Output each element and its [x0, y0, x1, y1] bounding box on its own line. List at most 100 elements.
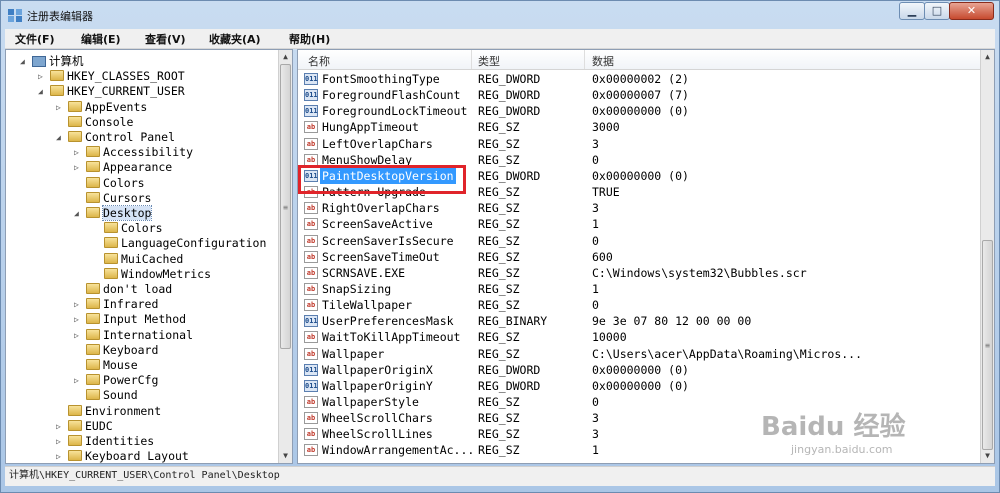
tree-node[interactable]: Mouse	[74, 358, 138, 373]
tree-node[interactable]: MuiCached	[92, 252, 183, 267]
expand-arrow-icon[interactable]: ▷	[74, 373, 84, 388]
tree-node[interactable]: ◢ HKEY_CURRENT_USER	[38, 84, 185, 99]
value-name: WallpaperOriginY	[322, 378, 433, 393]
folder-icon	[104, 237, 118, 249]
collapse-arrow-icon[interactable]: ◢	[56, 130, 66, 145]
registry-value-row[interactable]: 011 FontSmoothingType REG_DWORD 0x00000002 …	[298, 71, 982, 87]
registry-value-row[interactable]: ab LeftOverlapChars REG_SZ 3	[298, 136, 982, 152]
column-header-data[interactable]: 数据	[592, 53, 614, 69]
scroll-up-arrow-icon[interactable]: ▲	[981, 50, 994, 64]
folder-icon	[86, 283, 100, 294]
tree-node[interactable]: ▷ EUDC	[56, 419, 113, 434]
tree-node-label: Desktop	[101, 205, 153, 221]
tree-node[interactable]: Console	[56, 115, 133, 130]
tree-node[interactable]: Cursors	[74, 191, 151, 206]
registry-value-row[interactable]: ab TileWallpaper REG_SZ 0	[298, 297, 982, 313]
registry-value-row[interactable]: ab ScreenSaveTimeOut REG_SZ 600	[298, 249, 982, 265]
tree-node[interactable]: Sound	[74, 388, 138, 403]
tree-node[interactable]: ▷ Infrared	[74, 297, 158, 312]
expand-arrow-icon[interactable]: ▷	[74, 145, 84, 160]
tree-node-label: Mouse	[103, 358, 138, 372]
expand-arrow-icon[interactable]: ▷	[56, 419, 66, 434]
tree-node[interactable]: Environment	[56, 404, 161, 419]
registry-value-row[interactable]: 011 UserPreferencesMask REG_BINARY 9e 3e 07…	[298, 313, 982, 329]
tree-node-label: LanguageConfiguration	[121, 236, 267, 251]
expand-arrow-icon[interactable]: ▷	[56, 434, 66, 449]
registry-value-row[interactable]: ab ScreenSaverIsSecure REG_SZ 0	[298, 233, 982, 249]
column-header-name[interactable]: 名称	[308, 53, 330, 69]
folder-icon	[86, 389, 100, 401]
tree-node-label: don't load	[103, 282, 173, 296]
expand-arrow-icon[interactable]: ▷	[38, 69, 48, 84]
scroll-up-arrow-icon[interactable]: ▲	[279, 50, 292, 64]
registry-value-row[interactable]: 011 WallpaperOriginX REG_DWORD 0x00000000 (…	[298, 362, 982, 378]
registry-value-row[interactable]: ab Wallpaper REG_SZ C:\Users\acer\AppData\R…	[298, 346, 982, 362]
minimize-button[interactable]: ▁	[899, 2, 925, 20]
registry-value-row[interactable]: 011 ForegroundFlashCount REG_DWORD 0x000000…	[298, 87, 982, 103]
expand-arrow-icon[interactable]: ▷	[74, 328, 84, 343]
value-type: REG_SZ	[478, 249, 520, 264]
menu-help[interactable]: 帮助(H)	[289, 31, 330, 47]
tree-node[interactable]: ▷ Keyboard Layout	[56, 449, 189, 463]
close-button[interactable]: ✕	[949, 2, 994, 20]
expand-arrow-icon[interactable]: ▷	[74, 160, 84, 175]
collapse-arrow-icon[interactable]: ◢	[38, 84, 48, 99]
tree-scrollbar[interactable]: ▲ ≡ ▼	[278, 50, 292, 463]
tree-node[interactable]: LanguageConfiguration	[92, 236, 266, 251]
expand-arrow-icon[interactable]: ▷	[74, 297, 84, 312]
tree-scroll-thumb[interactable]: ≡	[280, 64, 291, 349]
regedit-app-icon	[8, 9, 22, 22]
tree-node[interactable]: WindowMetrics	[92, 267, 211, 282]
value-type: REG_SZ	[478, 298, 520, 313]
tree-node-label: International	[103, 327, 194, 342]
tree-node[interactable]: ▷ Accessibility	[74, 145, 193, 160]
tree-node[interactable]: Colors	[92, 221, 163, 236]
registry-value-row[interactable]: ab RightOverlapChars REG_SZ 3	[298, 200, 982, 216]
expand-arrow-icon[interactable]: ▷	[56, 449, 66, 463]
menu-file[interactable]: 文件(F)	[15, 31, 55, 47]
key-tree-pane[interactable]: ◢ 计算机 ▷ HKEY_CLASSES_ROOT ◢ HKEY_CURRENT_USER…	[5, 49, 293, 464]
registry-value-row[interactable]: ab WaitToKillAppTimeout REG_SZ 10000	[298, 329, 982, 345]
tree-node[interactable]: ◢ Desktop	[74, 205, 153, 221]
tree-node[interactable]: ▷ PowerCfg	[74, 373, 158, 388]
tree-node[interactable]: ▷ Identities	[56, 434, 154, 449]
value-data: 0x00000000 (0)	[592, 362, 689, 377]
tree-node[interactable]: ▷ International	[74, 328, 193, 343]
tree-node[interactable]: Colors	[74, 176, 145, 191]
scroll-down-arrow-icon[interactable]: ▼	[981, 449, 994, 463]
tree-node[interactable]: Keyboard	[74, 343, 158, 358]
menu-view[interactable]: 查看(V)	[145, 31, 186, 47]
registry-value-row[interactable]: ab ScreenSaveActive REG_SZ 1	[298, 216, 982, 232]
expand-arrow-icon[interactable]: ▷	[74, 312, 84, 327]
tree-node[interactable]: ◢ 计算机	[20, 54, 84, 69]
collapse-arrow-icon[interactable]: ◢	[20, 54, 30, 69]
column-header-type[interactable]: 类型	[478, 53, 500, 69]
collapse-arrow-icon[interactable]: ◢	[74, 206, 84, 221]
expand-arrow-icon[interactable]: ▷	[56, 100, 66, 115]
tree-node[interactable]: don't load	[74, 282, 172, 297]
scroll-down-arrow-icon[interactable]: ▼	[279, 449, 292, 463]
registry-value-row[interactable]: 011 ForegroundLockTimeout REG_DWORD 0x00000…	[298, 103, 982, 119]
menu-favorites[interactable]: 收藏夹(A)	[209, 31, 261, 47]
registry-value-row[interactable]: ab SnapSizing REG_SZ 1	[298, 281, 982, 297]
values-list-pane[interactable]: 名称 类型 数据 011 FontSmoothingType REG_DWORD 0x…	[297, 49, 995, 464]
registry-value-row[interactable]: ab SCRNSAVE.EXE REG_SZ C:\Windows\system32\…	[298, 265, 982, 281]
value-name: WaitToKillAppTimeout	[322, 330, 461, 345]
tree-node[interactable]: ▷ AppEvents	[56, 100, 147, 115]
maximize-button[interactable]: □	[924, 2, 950, 20]
tree-node[interactable]: ▷ HKEY_CLASSES_ROOT	[38, 69, 185, 84]
menu-edit[interactable]: 编辑(E)	[81, 31, 121, 47]
tree-node[interactable]: ◢ Control Panel	[56, 130, 175, 145]
folder-icon	[50, 70, 64, 82]
values-scroll-thumb[interactable]: ≡	[982, 240, 993, 450]
string-value-icon: ab	[304, 266, 318, 279]
string-value-icon: ab	[304, 137, 318, 150]
title-bar[interactable]: 注册表编辑器 ▁ □ ✕	[1, 1, 999, 29]
registry-value-row[interactable]: 011 WallpaperOriginY REG_DWORD 0x00000000 (…	[298, 378, 982, 394]
tree-node[interactable]: ▷ Appearance	[74, 160, 172, 175]
value-type: REG_SZ	[478, 265, 520, 280]
values-scrollbar[interactable]: ▲ ≡ ▼	[980, 50, 994, 463]
registry-value-row[interactable]: ab HungAppTimeout REG_SZ 3000	[298, 119, 982, 135]
tree-node[interactable]: ▷ Input Method	[74, 312, 186, 327]
tree-node-label: HKEY_CLASSES_ROOT	[67, 69, 185, 84]
